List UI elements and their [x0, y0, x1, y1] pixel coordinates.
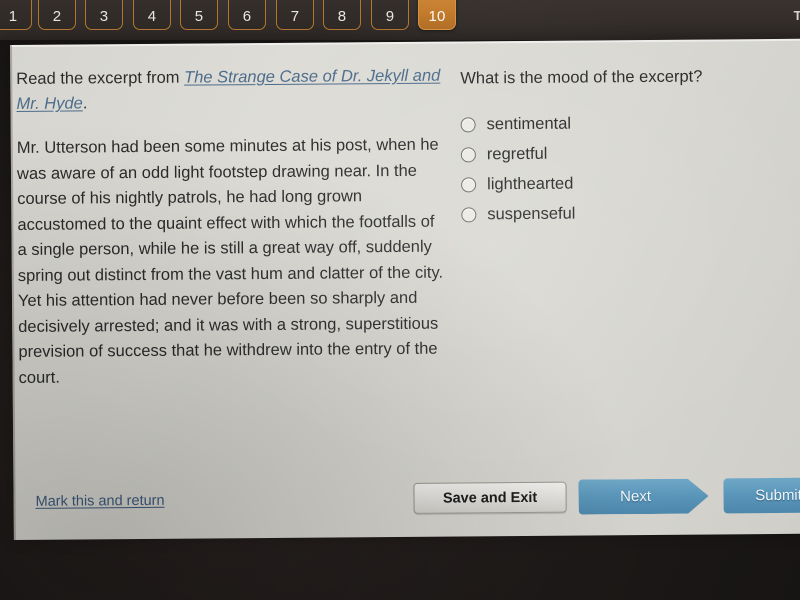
- excerpt-prompt: Read the excerpt from The Strange Case o…: [16, 64, 444, 117]
- save-and-exit-button[interactable]: Save and Exit: [413, 481, 567, 514]
- tab-question-8[interactable]: 8: [323, 0, 361, 30]
- tab-question-9[interactable]: 9: [371, 0, 409, 30]
- answer-option-label: suspenseful: [487, 204, 576, 223]
- question-column: What is the mood of the excerpt? sentime…: [460, 65, 791, 230]
- tab-question-7[interactable]: 7: [276, 0, 314, 30]
- radio-button-icon[interactable]: [460, 116, 476, 132]
- next-button[interactable]: Next: [578, 479, 708, 515]
- question-text: What is the mood of the excerpt?: [460, 67, 703, 88]
- tab-label: 8: [337, 8, 347, 25]
- excerpt-prompt-end: .: [82, 94, 88, 113]
- answer-option-label: regretful: [486, 144, 548, 163]
- excerpt-prompt-lead: Read the excerpt from: [16, 68, 185, 88]
- timer-label: TI: [793, 8, 800, 23]
- answer-option-label: sentimental: [486, 114, 572, 133]
- screenshot-root: 1 2 3 4 5 6 7 8 9 10 TI Read the excerpt…: [0, 0, 800, 600]
- radio-button-icon[interactable]: [461, 176, 477, 192]
- tab-question-4[interactable]: 4: [133, 0, 171, 30]
- tab-label: 3: [99, 8, 109, 25]
- answer-options-group: sentimental regretful lighthearted suspe…: [460, 107, 792, 230]
- tab-label: 5: [194, 8, 204, 25]
- excerpt-column: Read the excerpt from The Strange Case o…: [16, 64, 447, 391]
- question-number-tab-strip: 1 2 3 4 5 6 7 8 9 10 TI: [0, 0, 800, 40]
- action-bar: Mark this and return Save and Exit Next …: [13, 476, 800, 528]
- tab-question-10[interactable]: 10: [418, 0, 456, 30]
- tab-question-5[interactable]: 5: [180, 0, 218, 30]
- tab-label: 2: [52, 8, 62, 25]
- tab-question-3[interactable]: 3: [85, 0, 123, 30]
- tab-label: 1: [8, 8, 18, 25]
- radio-button-icon[interactable]: [461, 206, 477, 222]
- question-content-panel: Read the excerpt from The Strange Case o…: [10, 38, 800, 540]
- radio-button-icon[interactable]: [460, 146, 476, 162]
- tab-question-6[interactable]: 6: [228, 0, 266, 30]
- excerpt-body-text: Mr. Utterson had been some minutes at hi…: [16, 135, 444, 387]
- answer-option-label: lighthearted: [487, 174, 574, 193]
- tab-label: 6: [242, 8, 252, 25]
- tab-label: 4: [147, 8, 157, 25]
- answer-option-regretful[interactable]: regretful: [460, 137, 791, 170]
- mark-this-and-return-link[interactable]: Mark this and return: [36, 493, 165, 510]
- submit-button[interactable]: Submit: [723, 477, 800, 514]
- tab-label: 10: [428, 8, 446, 25]
- answer-option-lighthearted[interactable]: lighthearted: [461, 167, 791, 200]
- answer-option-sentimental[interactable]: sentimental: [460, 107, 791, 140]
- tab-question-2[interactable]: 2: [38, 0, 76, 30]
- tab-label: 9: [385, 8, 395, 25]
- tab-label: 7: [290, 8, 300, 25]
- tab-question-1[interactable]: 1: [0, 0, 32, 30]
- answer-option-suspenseful[interactable]: suspenseful: [461, 197, 791, 230]
